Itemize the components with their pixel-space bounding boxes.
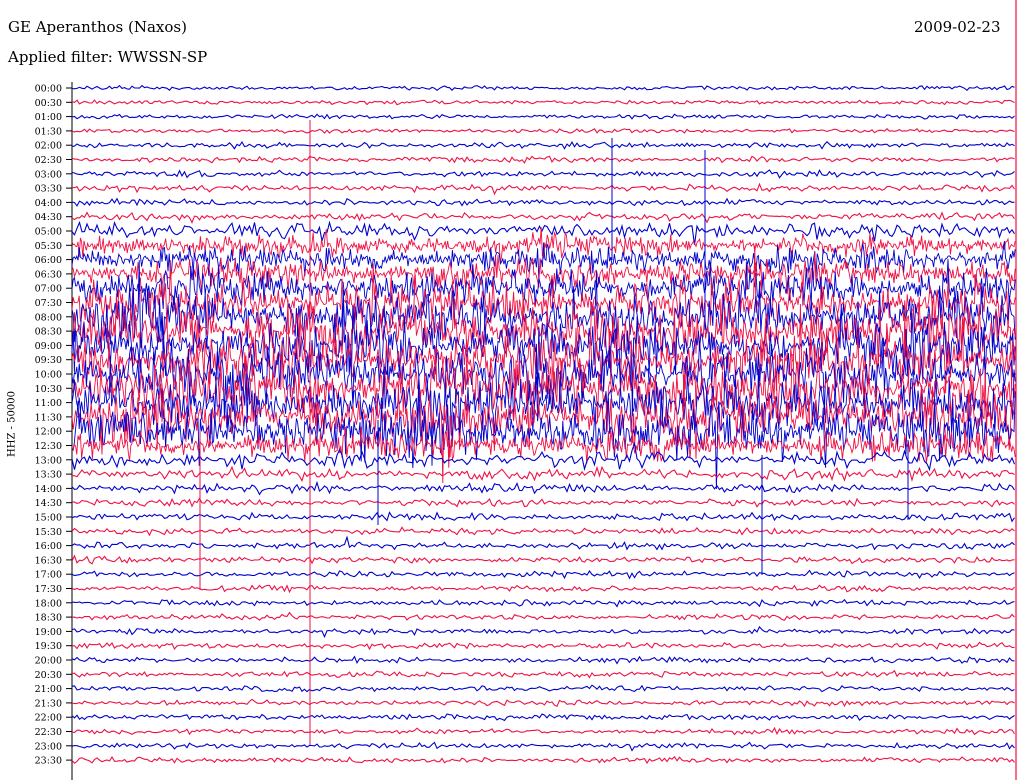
- time-tick-label: 09:30: [35, 355, 62, 366]
- time-tick-label: 19:00: [35, 627, 62, 638]
- trace-line: [71, 140, 1015, 150]
- trace-line: [71, 168, 1015, 179]
- trace-line: [71, 598, 1015, 608]
- trace-line: [71, 584, 1015, 594]
- trace-line: [71, 625, 1015, 639]
- time-tick-label: 21:30: [35, 698, 62, 709]
- time-tick-label: 15:00: [35, 513, 62, 524]
- time-tick-label: 03:00: [35, 169, 62, 180]
- time-tick-label: 01:30: [35, 126, 62, 137]
- time-tick-label: 17:00: [35, 570, 62, 581]
- trace-line: [71, 655, 1015, 665]
- time-tick-label: 12:00: [35, 427, 62, 438]
- time-tick-label: 16:30: [35, 555, 62, 566]
- trace-line: [71, 641, 1015, 651]
- time-tick-label: 13:00: [35, 455, 62, 466]
- time-tick-label: 23:30: [35, 756, 62, 767]
- time-tick-label: 18:00: [35, 598, 62, 609]
- trace-line: [71, 113, 1015, 120]
- time-tick-label: 01:00: [35, 112, 62, 123]
- time-tick-label: 21:00: [35, 684, 62, 695]
- time-tick-label: 20:30: [35, 670, 62, 681]
- time-tick-label: 08:00: [35, 312, 62, 323]
- trace-line: [71, 99, 1015, 106]
- time-axis: 00:00 00:30 01:00 01:30 02:00 02:30 03:00 03:30…: [35, 84, 72, 767]
- time-tick-label: 20:00: [35, 656, 62, 667]
- time-tick-label: 07:00: [35, 284, 62, 295]
- time-tick-label: 14:00: [35, 484, 62, 495]
- time-tick-label: 11:00: [35, 398, 62, 409]
- time-tick-label: 03:30: [35, 184, 62, 195]
- trace-line: [71, 84, 1015, 92]
- seismogram-traces: [71, 84, 1016, 765]
- trace-line: [71, 535, 1015, 551]
- trace-line: [71, 741, 1015, 752]
- trace-line: [71, 155, 1015, 164]
- time-tick-label: 22:30: [35, 727, 62, 738]
- time-tick-label: 15:30: [35, 527, 62, 538]
- trace-line: [71, 182, 1015, 196]
- time-tick-label: 23:00: [35, 741, 62, 752]
- trace-line: [71, 726, 1015, 736]
- trace-line: [71, 755, 1015, 765]
- trace-line: [71, 713, 1015, 722]
- time-tick-label: 13:30: [35, 470, 62, 481]
- time-tick-label: 05:00: [35, 227, 62, 238]
- trace-line: [71, 554, 1015, 565]
- trace-line: [71, 698, 1015, 708]
- time-tick-label: 10:30: [35, 384, 62, 395]
- trace-line: [71, 511, 1015, 523]
- time-tick-label: 02:00: [35, 141, 62, 152]
- trace-line: [71, 426, 1016, 464]
- time-tick-label: 10:00: [35, 370, 62, 381]
- trace-line: [71, 526, 1015, 537]
- trace-line: [71, 197, 1015, 207]
- trace-line: [71, 611, 1015, 621]
- seismogram-plot: 00:00 00:30 01:00 01:30 02:00 02:30 03:00 03:30…: [35, 0, 1017, 780]
- time-tick-label: 18:30: [35, 613, 62, 624]
- trace-line: [71, 669, 1015, 679]
- time-tick-label: 05:30: [35, 241, 62, 252]
- trace-line: [71, 569, 1015, 580]
- time-tick-label: 19:30: [35, 641, 62, 652]
- time-tick-label: 11:30: [35, 412, 62, 423]
- time-tick-label: 06:00: [35, 255, 62, 266]
- time-tick-label: 14:30: [35, 498, 62, 509]
- time-tick-label: 00:30: [35, 98, 62, 109]
- time-tick-label: 12:30: [35, 441, 62, 452]
- time-tick-label: 17:30: [35, 584, 62, 595]
- time-tick-label: 06:30: [35, 269, 62, 280]
- time-tick-label: 22:00: [35, 713, 62, 724]
- trace-line: [71, 497, 1015, 508]
- time-tick-label: 09:00: [35, 341, 62, 352]
- trace-line: [71, 128, 1015, 134]
- time-tick-label: 08:30: [35, 327, 62, 338]
- time-tick-label: 07:30: [35, 298, 62, 309]
- trace-line: [71, 465, 1015, 483]
- time-tick-label: 04:00: [35, 198, 62, 209]
- trace-line: [71, 684, 1015, 693]
- time-tick-label: 02:30: [35, 155, 62, 166]
- time-tick-label: 04:30: [35, 212, 62, 223]
- trace-line: [71, 480, 1015, 496]
- time-tick-label: 16:00: [35, 541, 62, 552]
- trace-line: [71, 211, 1015, 224]
- time-tick-label: 00:00: [35, 84, 62, 95]
